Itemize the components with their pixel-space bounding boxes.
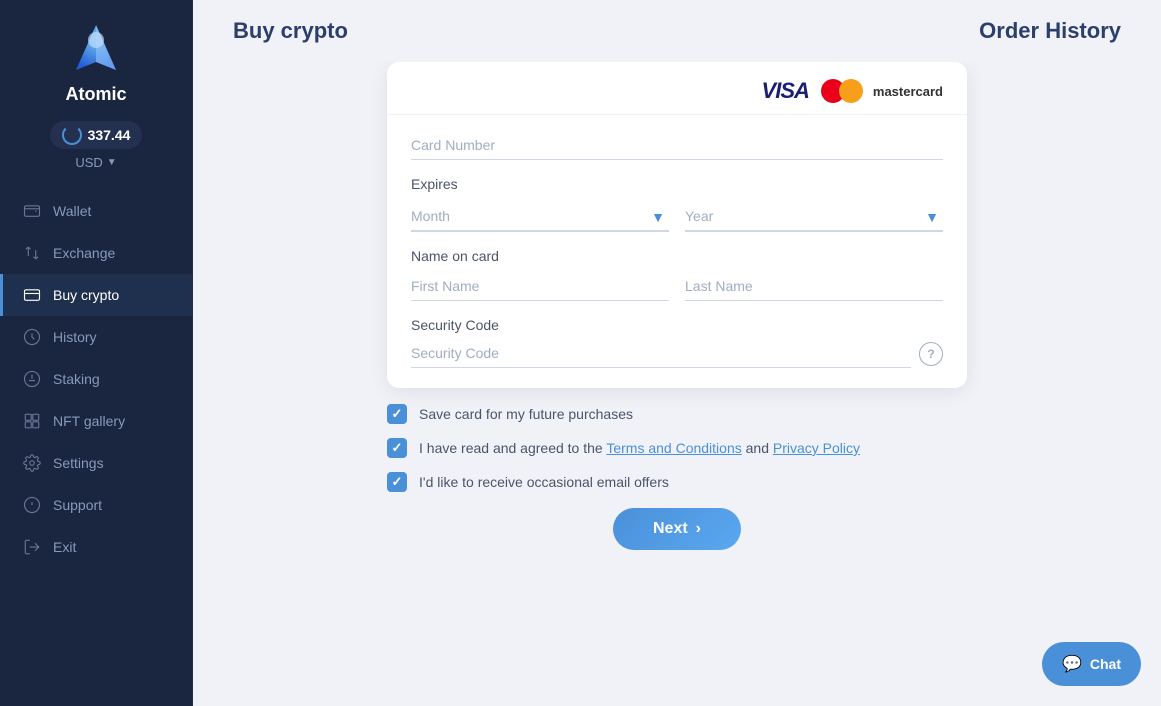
sidebar-item-exit[interactable]: Exit xyxy=(0,526,192,568)
sidebar-item-buy-crypto[interactable]: Buy crypto xyxy=(0,274,192,316)
currency-selector[interactable]: USD ▼ xyxy=(75,155,116,170)
expires-label: Expires xyxy=(411,176,943,192)
sidebar-item-label-nft-gallery: NFT gallery xyxy=(53,413,125,429)
sidebar-item-exchange[interactable]: Exchange xyxy=(0,232,192,274)
sidebar-item-history[interactable]: History xyxy=(0,316,192,358)
chat-button[interactable]: 💬 Chat xyxy=(1042,642,1141,686)
exit-icon xyxy=(23,538,41,556)
sidebar-item-label-buy-crypto: Buy crypto xyxy=(53,287,119,303)
nft-gallery-icon xyxy=(23,412,41,430)
card-form-scroll[interactable]: VISA mastercard Expires xyxy=(387,62,967,388)
sidebar-item-label-exchange: Exchange xyxy=(53,245,115,261)
sidebar-item-settings[interactable]: Settings xyxy=(0,442,192,484)
next-arrow-icon: › xyxy=(696,520,701,538)
email-offers-checkbox-row: ✓ I'd like to receive occasional email o… xyxy=(387,472,967,492)
content-area: VISA mastercard Expires xyxy=(193,62,1161,706)
next-button-container: Next › xyxy=(387,508,967,550)
email-offers-label: I'd like to receive occasional email off… xyxy=(419,474,669,490)
chat-button-label: Chat xyxy=(1090,656,1121,672)
wallet-icon xyxy=(23,202,41,220)
privacy-policy-link[interactable]: Privacy Policy xyxy=(773,440,860,456)
first-name-field xyxy=(411,272,669,301)
security-section: Security Code ? xyxy=(387,317,967,388)
currency-label: USD xyxy=(75,155,102,170)
balance-spinner-icon xyxy=(62,125,82,145)
next-button[interactable]: Next › xyxy=(613,508,741,550)
first-name-input[interactable] xyxy=(411,272,669,301)
mastercard-logo: mastercard xyxy=(821,79,943,103)
year-select-wrapper: Year 2024 2025 2026 2027 2028 2029 2030 … xyxy=(685,202,943,232)
sidebar-item-label-staking: Staking xyxy=(53,371,100,387)
card-logos: VISA mastercard xyxy=(387,62,967,115)
visa-logo: VISA xyxy=(762,78,809,104)
terms-conditions-link[interactable]: Terms and Conditions xyxy=(606,440,741,456)
last-name-input[interactable] xyxy=(685,272,943,301)
card-form: VISA mastercard Expires xyxy=(387,62,967,388)
history-icon xyxy=(23,328,41,346)
exchange-icon xyxy=(23,244,41,262)
month-select[interactable]: Month January February March April May J… xyxy=(411,202,669,232)
mc-text: mastercard xyxy=(873,84,943,99)
mc-circle-right xyxy=(839,79,863,103)
terms-label: I have read and agreed to the Terms and … xyxy=(419,440,860,456)
top-header: Buy crypto Order History xyxy=(193,0,1161,62)
email-offers-check-icon: ✓ xyxy=(392,474,403,490)
sidebar-item-label-exit: Exit xyxy=(53,539,76,555)
selects-row: Month January February March April May J… xyxy=(387,202,967,232)
security-code-input[interactable] xyxy=(411,339,911,368)
sidebar-item-label-history: History xyxy=(53,329,97,345)
main-content: Buy crypto Order History VISA mastercard xyxy=(193,0,1161,706)
buy-crypto-icon xyxy=(23,286,41,304)
buy-crypto-header-title: Buy crypto xyxy=(233,18,348,44)
sidebar-item-nft-gallery[interactable]: NFT gallery xyxy=(0,400,192,442)
security-code-label: Security Code xyxy=(411,317,943,333)
sidebar-item-label-wallet: Wallet xyxy=(53,203,91,219)
email-offers-checkbox[interactable]: ✓ xyxy=(387,472,407,492)
terms-check-icon: ✓ xyxy=(392,440,403,456)
balance-amount: 337.44 xyxy=(88,127,131,143)
month-select-wrapper: Month January February March April May J… xyxy=(411,202,669,232)
balance-container: 337.44 xyxy=(50,121,143,149)
save-card-check-icon: ✓ xyxy=(392,406,403,422)
logo-container: Atomic xyxy=(65,20,126,105)
last-name-field xyxy=(685,272,943,301)
sidebar-item-label-settings: Settings xyxy=(53,455,104,471)
name-row xyxy=(387,272,967,301)
terms-middle-text: and xyxy=(742,440,773,456)
card-number-section xyxy=(387,115,967,176)
name-on-card-label: Name on card xyxy=(387,248,967,264)
sidebar-item-wallet[interactable]: Wallet xyxy=(0,190,192,232)
terms-checkbox-row: ✓ I have read and agreed to the Terms an… xyxy=(387,438,967,458)
card-number-input[interactable] xyxy=(411,131,943,160)
sidebar-item-support[interactable]: Support xyxy=(0,484,192,526)
settings-icon xyxy=(23,454,41,472)
chat-bubble-icon: 💬 xyxy=(1062,654,1082,674)
sidebar-item-label-support: Support xyxy=(53,497,102,513)
year-select[interactable]: Year 2024 2025 2026 2027 2028 2029 2030 xyxy=(685,202,943,232)
terms-checkbox[interactable]: ✓ xyxy=(387,438,407,458)
checkboxes-section: ✓ Save card for my future purchases ✓ I … xyxy=(387,404,967,492)
security-code-help-icon[interactable]: ? xyxy=(919,342,943,366)
save-card-label: Save card for my future purchases xyxy=(419,406,633,422)
currency-chevron-icon: ▼ xyxy=(107,157,117,168)
expires-section: Expires xyxy=(387,176,967,202)
logo-icon xyxy=(66,20,126,80)
save-card-checkbox-row: ✓ Save card for my future purchases xyxy=(387,404,967,424)
next-button-label: Next xyxy=(653,520,688,538)
support-icon xyxy=(23,496,41,514)
staking-icon xyxy=(23,370,41,388)
sidebar: Atomic 337.44 USD ▼ Wallet Exchange Buy … xyxy=(0,0,193,706)
sidebar-item-staking[interactable]: Staking xyxy=(0,358,192,400)
nav-menu: Wallet Exchange Buy crypto History Staki… xyxy=(0,190,192,568)
terms-prefix-text: I have read and agreed to the xyxy=(419,440,606,456)
logo-text: Atomic xyxy=(65,84,126,105)
order-history-header-title: Order History xyxy=(979,18,1121,44)
save-card-checkbox[interactable]: ✓ xyxy=(387,404,407,424)
security-row: ? xyxy=(411,339,943,368)
